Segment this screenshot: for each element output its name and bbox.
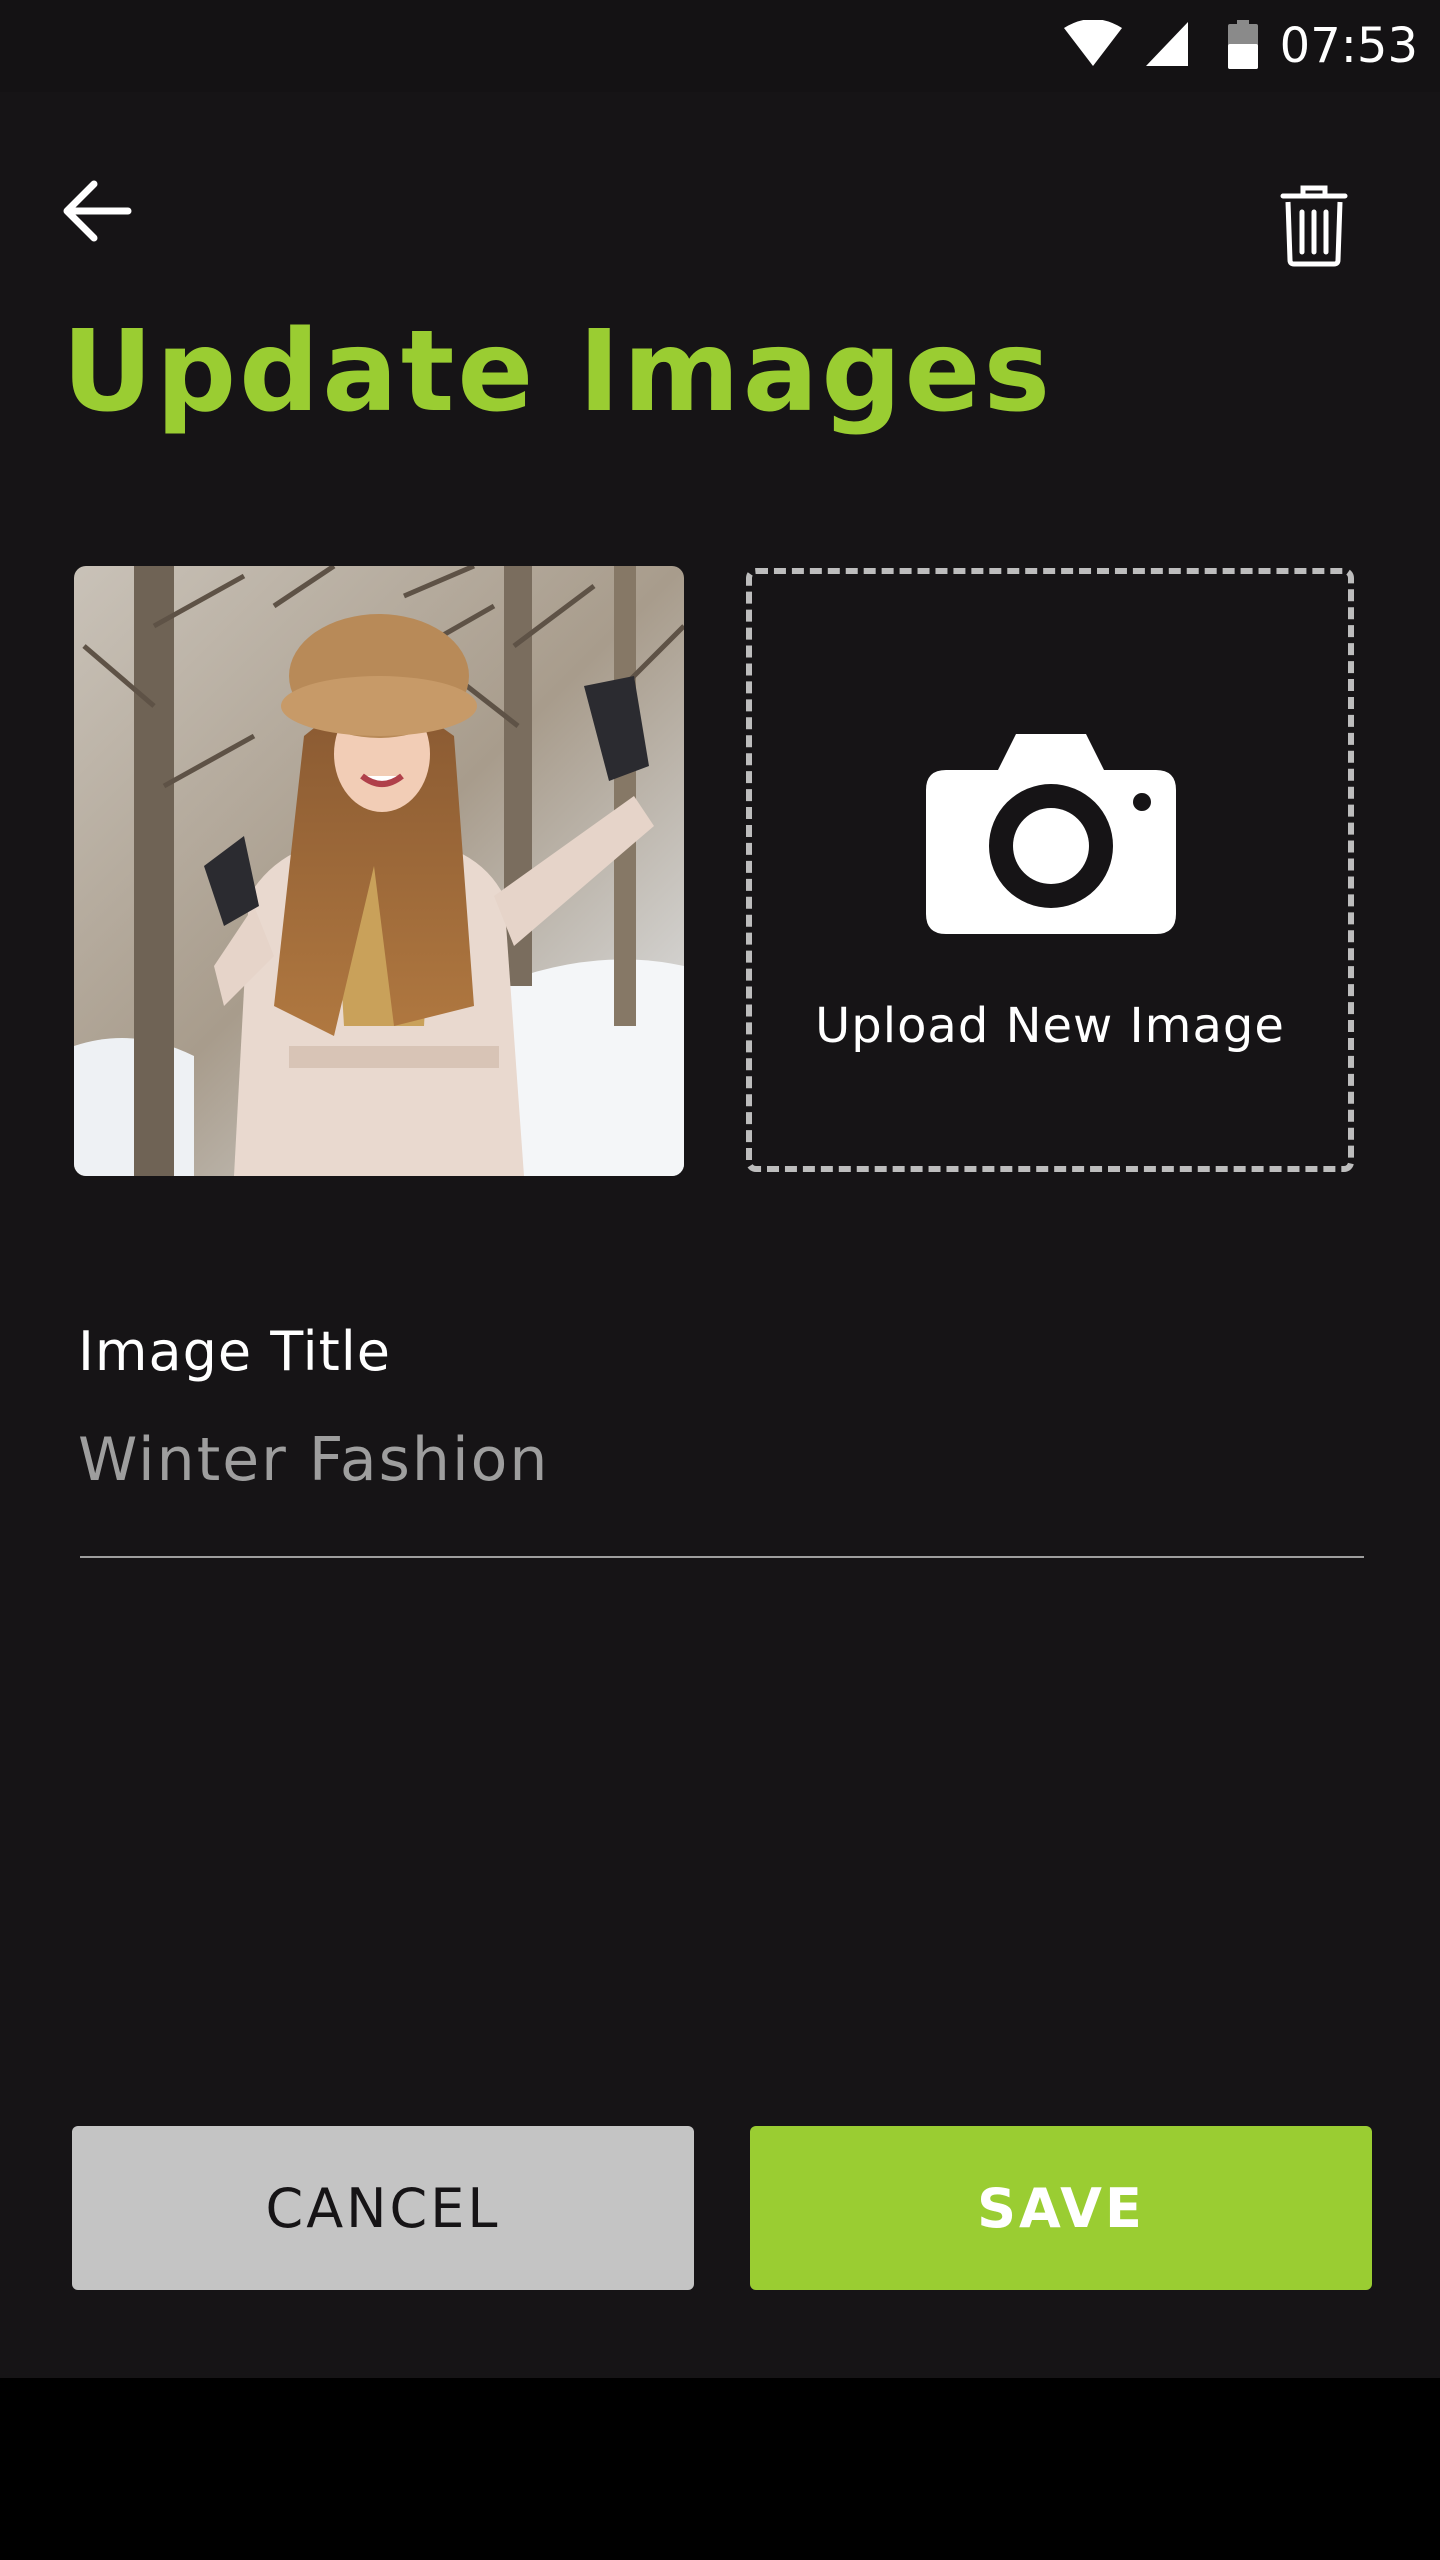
cell-signal-icon	[1146, 22, 1188, 66]
upload-label: Upload New Image	[815, 998, 1285, 1054]
cancel-button[interactable]: CANCEL	[72, 2126, 694, 2290]
camera-icon	[926, 734, 1176, 934]
upload-new-image-button[interactable]: Upload New Image	[746, 568, 1354, 1172]
save-button[interactable]: SAVE	[750, 2126, 1372, 2290]
status-time: 07:53	[1279, 18, 1418, 74]
back-button[interactable]	[52, 166, 142, 256]
arrow-left-icon	[63, 180, 132, 242]
status-bar: 07:53	[0, 0, 1440, 92]
image-title-label: Image Title	[78, 1320, 392, 1383]
page-title: Update Images	[62, 307, 1054, 437]
current-image[interactable]	[74, 566, 684, 1176]
image-title-underline	[80, 1556, 1364, 1558]
trash-icon	[1280, 185, 1348, 267]
battery-icon	[1228, 20, 1258, 69]
delete-button[interactable]	[1268, 176, 1360, 276]
system-navigation-bar	[0, 2378, 1440, 2560]
image-title-input[interactable]	[78, 1416, 1364, 1504]
wifi-icon	[1064, 20, 1122, 66]
image-photo	[74, 566, 684, 1176]
